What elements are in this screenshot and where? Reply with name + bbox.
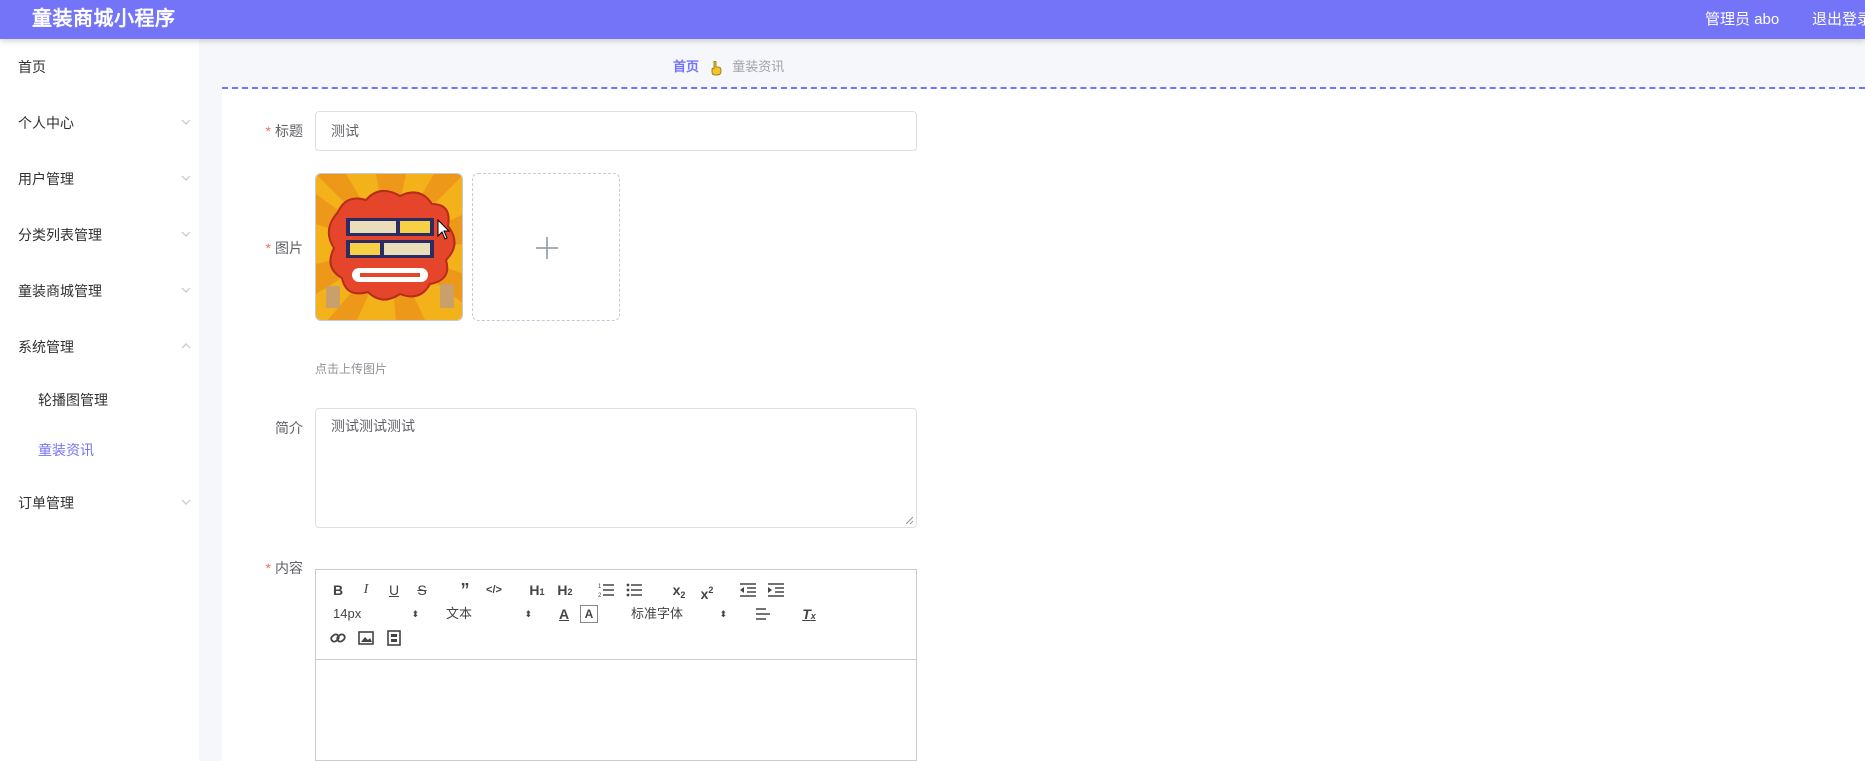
editor-toolbar: B I U S ” </> H1 H2 12 x2 x2 14px ⬍ 文本 ⬍… (316, 570, 916, 660)
font-size-select[interactable]: 14px ⬍ (333, 604, 419, 624)
intro-label-text: 简介 (275, 420, 303, 436)
sidebar-item-label: 轮播图管理 (38, 392, 108, 408)
chevron-down-icon (181, 287, 191, 293)
heading-1-icon[interactable]: H1 (527, 580, 547, 602)
sidebar-subitem-carousel[interactable]: 轮播图管理 (0, 375, 199, 425)
intro-textarea[interactable]: 测试测试测试 (315, 408, 917, 528)
code-block-icon[interactable]: </> (484, 580, 504, 600)
title-input-value: 测试 (331, 123, 359, 139)
underline-icon[interactable]: U (386, 580, 402, 600)
app-title: 童装商城小程序 (32, 8, 176, 30)
breadcrumb-current: 童装资讯 (732, 59, 785, 74)
resize-handle-icon[interactable] (904, 515, 914, 525)
chevron-down-icon (181, 231, 191, 237)
sidebar-item-personal-center[interactable]: 个人中心 (0, 95, 199, 151)
align-left-icon[interactable] (756, 606, 772, 622)
superscript-icon[interactable]: x2 (698, 580, 716, 604)
sidebar-item-system-management[interactable]: 系统管理 (0, 319, 199, 375)
strikethrough-icon[interactable]: S (414, 580, 430, 600)
image-upload-button[interactable] (472, 173, 620, 321)
select-arrows-icon: ⬍ (719, 609, 727, 619)
bullet-list-icon[interactable] (626, 582, 642, 598)
sidebar-item-label: 个人中心 (18, 115, 74, 131)
font-size-value: 14px (333, 606, 362, 621)
italic-icon[interactable]: I (358, 580, 374, 600)
link-icon[interactable] (330, 630, 346, 646)
title-label-text: 标题 (275, 123, 303, 139)
editor-content-area[interactable] (316, 660, 916, 760)
sidebar-item-label: 系统管理 (18, 339, 74, 355)
indent-icon[interactable] (768, 582, 784, 598)
sidebar-item-category-management[interactable]: 分类列表管理 (0, 207, 199, 263)
clear-format-icon[interactable]: Tx (800, 604, 818, 626)
content-label: * 内容 (223, 558, 303, 578)
outdent-icon[interactable] (740, 582, 756, 598)
intro-label: 简介 (223, 418, 303, 438)
sidebar-subitem-news[interactable]: 童装资讯 (0, 425, 199, 475)
bold-icon[interactable]: B (330, 580, 346, 600)
mouse-cursor-icon (437, 219, 451, 240)
font-family-select[interactable]: 标准字体 ⬍ (631, 604, 727, 624)
background-color-icon[interactable]: A (580, 605, 598, 623)
sidebar-item-label: 用户管理 (18, 171, 74, 187)
breadcrumb-home[interactable]: 首页 (673, 59, 699, 74)
heading-2-icon[interactable]: H2 (555, 580, 575, 602)
sidebar-item-label: 首页 (18, 59, 46, 75)
uploaded-image (316, 174, 462, 320)
intro-textarea-value: 测试测试测试 (331, 418, 415, 434)
svg-text:2: 2 (598, 593, 602, 598)
ordered-list-icon[interactable]: 12 (598, 582, 614, 598)
image-label: * 图片 (223, 238, 303, 258)
title-label: * 标题 (223, 121, 303, 141)
required-mark: * (265, 240, 271, 256)
select-arrows-icon: ⬍ (524, 609, 532, 619)
select-arrows-icon: ⬍ (411, 609, 419, 619)
chevron-down-icon (181, 499, 191, 505)
required-mark: * (265, 123, 271, 139)
chevron-up-icon (181, 343, 191, 349)
title-input[interactable]: 测试 (315, 111, 917, 151)
chevron-down-icon (181, 175, 191, 181)
sidebar-item-label: 童装商城管理 (18, 283, 102, 299)
font-family-value: 标准字体 (631, 606, 684, 621)
sidebar-item-order-management[interactable]: 订单管理 (0, 475, 199, 531)
video-icon[interactable] (386, 630, 402, 646)
sidebar-item-label: 童装资讯 (38, 442, 94, 458)
sidebar-item-label: 订单管理 (18, 495, 74, 511)
hand-pointer-icon (711, 60, 722, 75)
required-mark: * (265, 560, 271, 576)
blockquote-icon[interactable]: ” (456, 580, 474, 600)
current-user: 管理员 abo (1705, 11, 1780, 28)
plus-icon (536, 237, 558, 259)
sidebar-item-home[interactable]: 首页 (0, 39, 199, 95)
content-label-text: 内容 (275, 560, 303, 576)
svg-text:1: 1 (598, 584, 602, 590)
rich-text-editor: B I U S ” </> H1 H2 12 x2 x2 14px ⬍ 文本 ⬍… (315, 569, 917, 761)
header-select[interactable]: 文本 ⬍ (446, 604, 532, 624)
top-bar: 童装商城小程序 管理员 abo 退出登录 (0, 0, 1865, 39)
breadcrumb: 首页 童装资讯 (673, 56, 784, 78)
subscript-icon[interactable]: x2 (670, 580, 688, 605)
uploaded-image-thumbnail[interactable] (315, 173, 463, 321)
sidebar-item-user-management[interactable]: 用户管理 (0, 151, 199, 207)
sidebar: 首页 个人中心 用户管理 分类列表管理 童装商城管理 系统管理 轮播图管理 童装… (0, 39, 199, 761)
image-icon[interactable] (358, 630, 374, 646)
chevron-down-icon (181, 119, 191, 125)
sidebar-item-label: 分类列表管理 (18, 227, 102, 243)
image-label-text: 图片 (275, 240, 303, 256)
font-color-icon[interactable]: A (556, 604, 572, 624)
header-select-value: 文本 (446, 606, 473, 621)
sidebar-item-shop-management[interactable]: 童装商城管理 (0, 263, 199, 319)
logout-link[interactable]: 退出登录 (1812, 0, 1865, 39)
upload-hint: 点击上传图片 (315, 362, 388, 376)
